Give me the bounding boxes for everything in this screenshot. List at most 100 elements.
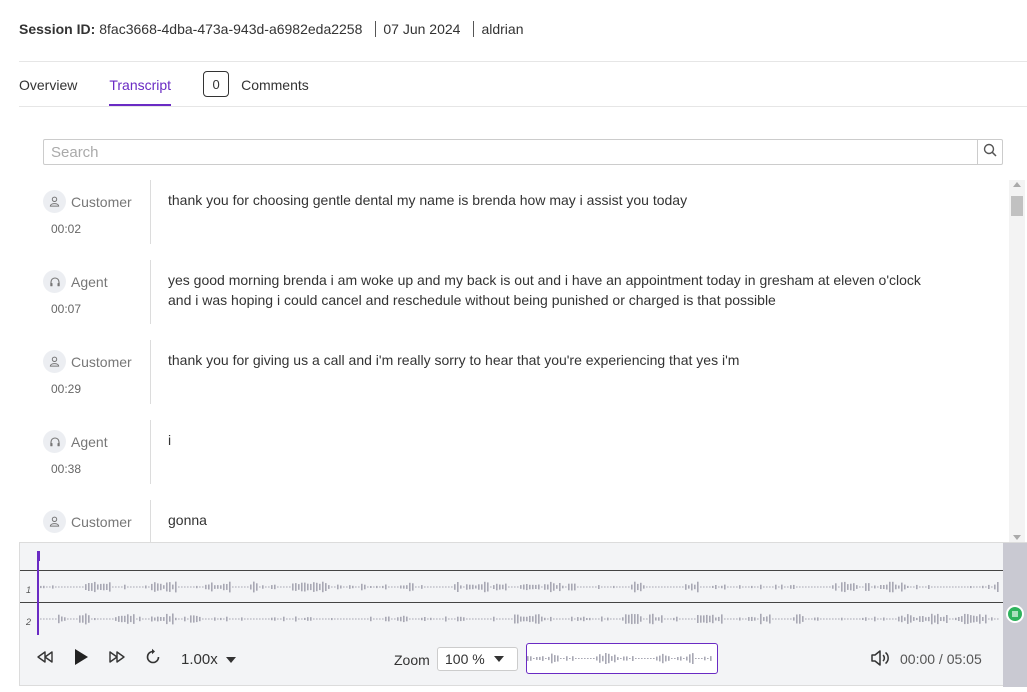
waveform-bar [658,617,660,621]
waveform-bar [596,656,598,661]
waveform-bar [697,581,699,593]
waveform-bar [406,585,408,589]
waveform-bar [991,617,993,621]
waveform-bar [913,586,915,588]
waveform-bar [100,583,102,590]
waveform-bar [931,586,933,588]
comments-count-badge: 0 [203,71,230,97]
transcript-scrollbar[interactable] [1009,180,1025,542]
waveform-bar [529,615,531,623]
waveform-bar [544,617,546,621]
waveform-bar [868,583,870,591]
zoom-select[interactable]: 100 % [437,647,518,671]
waveform-bar [823,618,825,620]
waveform-area[interactable]: 1 2 [20,543,1003,635]
timestamp[interactable]: 00:38 [51,462,81,476]
waveform-bar [70,618,72,620]
waveform-bar [826,586,828,588]
timestamp[interactable]: 00:02 [51,222,81,236]
rewind-button[interactable] [34,649,56,669]
waveform-bar [445,616,447,622]
waveform-bar [643,585,645,589]
timestamp[interactable]: 00:29 [51,382,81,396]
header-divider [375,21,377,37]
play-button[interactable] [70,648,92,670]
waveform-bar [64,617,66,621]
session-date: 07 Jun 2024 [383,21,461,37]
waveform-bar [421,585,423,589]
waveform-bar [715,617,717,621]
volume-button[interactable] [870,649,890,672]
waveform-bar [400,585,402,589]
waveform-bar [160,617,162,621]
waveform-bar [889,581,891,593]
waveform-bar [160,583,162,591]
scroll-up-arrow-icon[interactable] [1013,182,1021,187]
waveform-bar [622,586,624,588]
waveform-bar [436,618,438,620]
waveform-bar [718,586,720,588]
waveform-track-1 [40,581,999,593]
waveform-bar [665,655,667,662]
playback-speed-select[interactable]: 1.00x [181,651,236,668]
waveform-bar [331,586,333,588]
waveform-bar [790,585,792,589]
waveform-bar [644,658,646,659]
waveform-minimap[interactable] [526,643,718,674]
fast-forward-button[interactable] [106,649,128,669]
waveform-bar [157,583,159,591]
waveform-scrollbar[interactable] [1003,543,1027,687]
waveform-bar [373,586,375,588]
waveform-bar [829,586,831,588]
player-controls: 1.00x Zoom 100 % 00:00 / 05:05 [20,641,1003,681]
rewind-icon [36,650,54,668]
waveform-bar [559,583,561,592]
tab-overview[interactable]: Overview [19,72,77,106]
waveform-bar [97,618,99,620]
waveform-bar [628,614,630,624]
waveform-bar [659,655,661,662]
waveform-bar [751,585,753,589]
speaker-label: Customer [71,193,132,210]
waveform-bar [838,618,840,620]
transcript-list[interactable]: Customer 00:02 thank you for choosing ge… [43,180,1009,542]
person-icon [43,510,66,533]
waveform-bar [904,584,906,590]
waveform-bar [583,586,585,588]
replay-button[interactable] [142,648,164,670]
waveform-bar [647,658,649,659]
waveform-bar [841,582,843,592]
waveform-bar [238,618,240,620]
playhead-handle[interactable] [37,551,40,561]
row-divider [150,420,151,484]
playhead-cursor[interactable] [37,553,39,635]
transcript-row: Customer 00:29 thank you for giving us a… [43,340,1009,420]
scrollbar-thumb[interactable] [1011,196,1023,216]
waveform-bar [560,658,562,659]
tab-comments[interactable]: 0 Comments [203,71,309,97]
waveform-bar [490,586,492,588]
search-button[interactable] [977,140,1002,164]
waveform-bar [403,585,405,589]
tab-transcript[interactable]: Transcript [109,72,171,106]
waveform-bar [286,618,288,620]
scroll-down-arrow-icon[interactable] [1013,535,1021,540]
waveform-bar [557,655,559,662]
waveform-bar [154,617,156,621]
waveform-bar [229,618,231,620]
waveform-bar [979,614,981,624]
waveform-bar [340,618,342,620]
timestamp[interactable]: 00:07 [51,302,81,316]
waveform-bar [781,618,783,620]
waveform-bar [760,584,762,590]
waveform-bar [241,617,243,621]
waveform-bar [520,585,522,589]
waveform-bar [787,586,789,588]
waveform-bar [988,618,990,620]
waveform-bar [551,653,553,664]
waveform-bar [112,618,114,620]
menu-icon[interactable] [1006,605,1024,623]
waveform-bar [625,614,627,624]
waveform-bar [298,618,300,620]
search-input[interactable] [44,140,977,164]
